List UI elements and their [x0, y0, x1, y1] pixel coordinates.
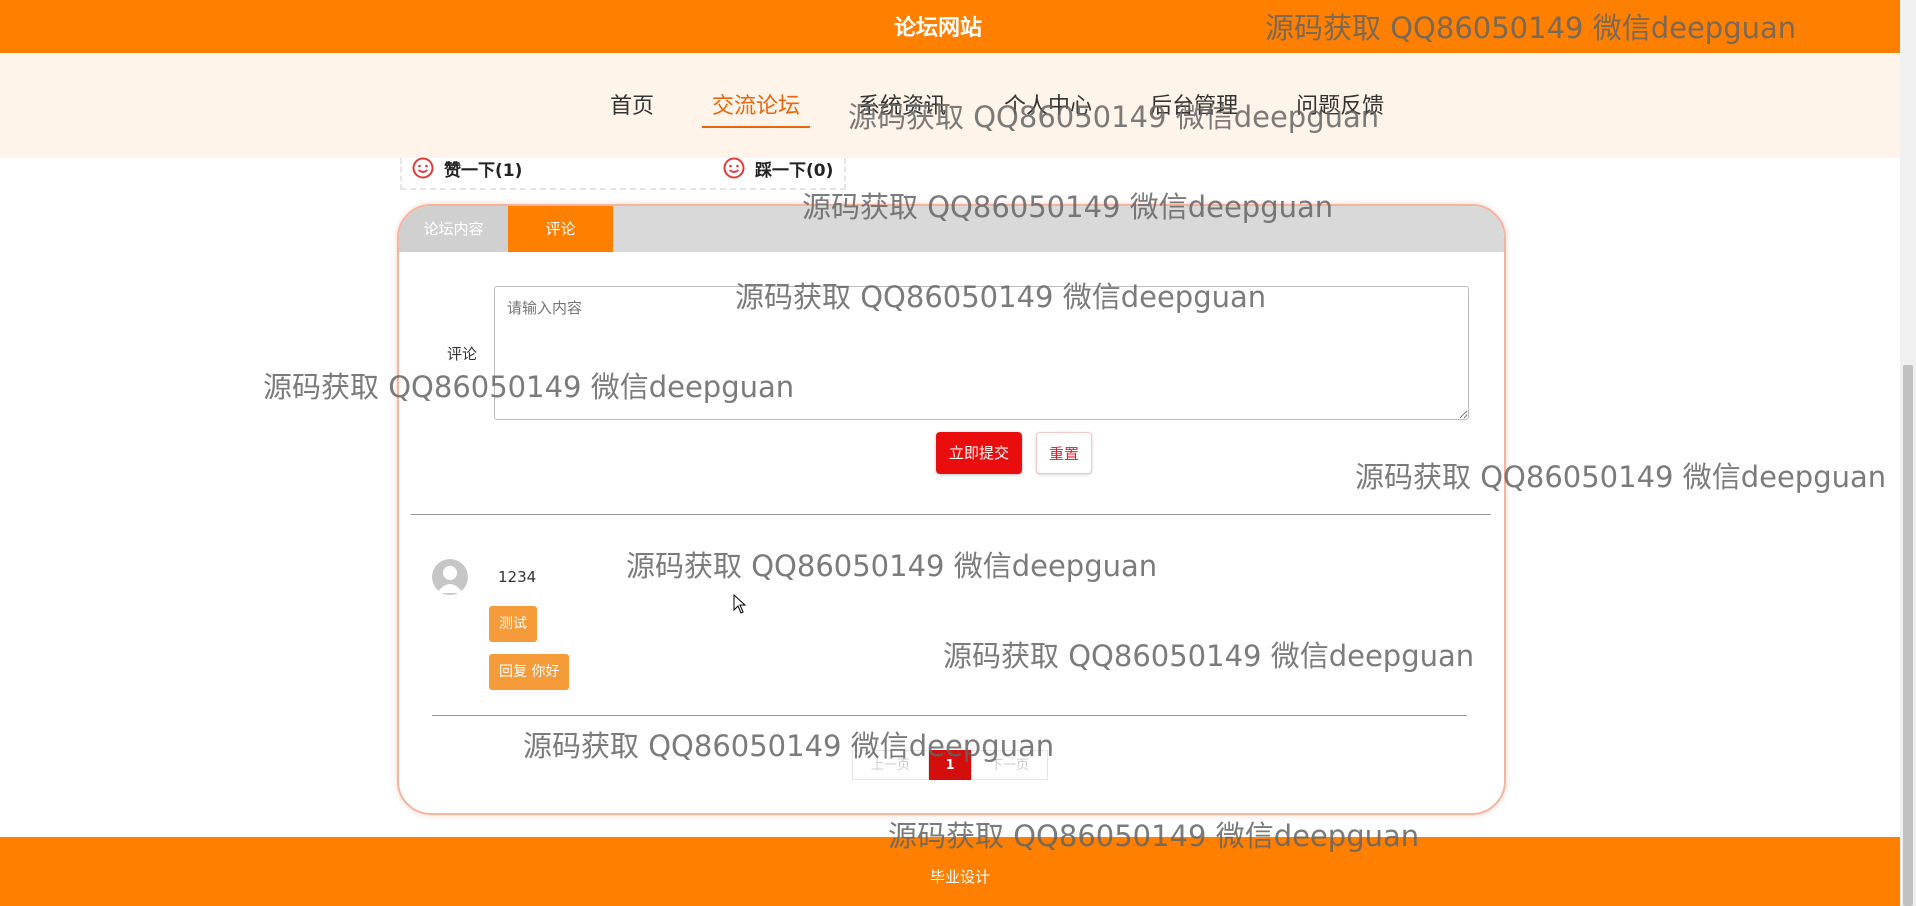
like-label: 赞一下(1) [444, 160, 523, 181]
main-nav: 首页 交流论坛 系统资讯 个人中心 后台管理 问题反馈 [600, 88, 1432, 128]
nav-item-home[interactable]: 首页 [600, 88, 664, 128]
pagination: 上一页 1 下一页 [852, 750, 1048, 780]
nav-item-profile[interactable]: 个人中心 [994, 88, 1102, 128]
comment-username: 1234 [498, 568, 537, 586]
user-icon [437, 566, 463, 593]
footer-text: 毕业设计 [929, 868, 990, 886]
next-page-button[interactable]: 下一页 [971, 750, 1048, 780]
nav-item-news[interactable]: 系统资讯 [848, 88, 956, 128]
nav-item-admin[interactable]: 后台管理 [1140, 88, 1248, 128]
face-icon [723, 157, 745, 179]
submit-button[interactable]: 立即提交 [936, 432, 1022, 474]
divider [411, 514, 1491, 515]
divider [432, 715, 1467, 716]
comment-content: 测试 [489, 606, 537, 642]
like-button[interactable]: 赞一下(1) [412, 156, 523, 181]
tab-comment[interactable]: 评论 [508, 206, 613, 252]
comment-reply: 回复 你好 [489, 654, 570, 690]
reset-button[interactable]: 重置 [1036, 432, 1092, 474]
mouse-cursor-icon [733, 594, 747, 614]
nav-item-forum[interactable]: 交流论坛 [702, 88, 811, 128]
avatar [432, 559, 468, 595]
page-1-button[interactable]: 1 [929, 750, 971, 780]
forum-panel: 论坛内容 评论 评论 立即提交 重置 1234 测试 回复 你好 上一页 1 下… [397, 204, 1506, 815]
comment-input[interactable] [494, 286, 1469, 420]
smile-icon [412, 157, 434, 179]
comment-field-label: 评论 [447, 345, 478, 363]
site-title: 论坛网站 [893, 16, 982, 41]
tab-forum-content[interactable]: 论坛内容 [399, 206, 508, 252]
dislike-label: 踩一下(0) [755, 160, 834, 181]
nav-item-feedback[interactable]: 问题反馈 [1286, 88, 1394, 128]
scrollbar-thumb[interactable] [1903, 365, 1913, 906]
prev-page-button[interactable]: 上一页 [852, 750, 929, 780]
dislike-button[interactable]: 踩一下(0) [723, 156, 834, 181]
